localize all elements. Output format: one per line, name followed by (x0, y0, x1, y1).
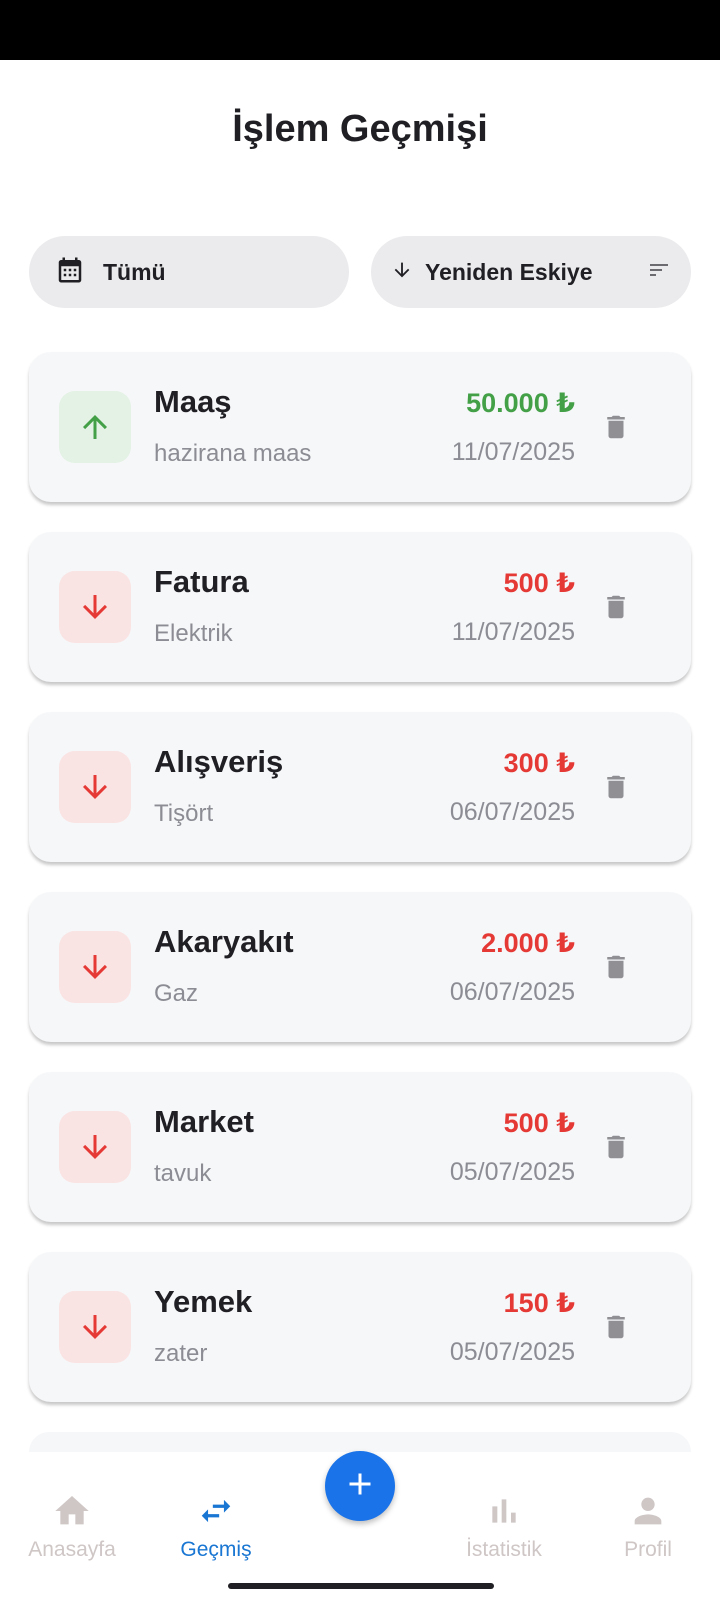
delete-button[interactable] (601, 1132, 631, 1162)
transaction-note: hazirana maas (154, 440, 312, 467)
sort-label: Yeniden Eskiye (425, 258, 593, 285)
transaction-card[interactable]: Yemek zater 150 ₺ 05/07/2025 (29, 1252, 691, 1402)
delete-button[interactable] (601, 592, 631, 622)
transaction-card[interactable]: Market tavuk 500 ₺ 05/07/2025 (29, 1072, 691, 1222)
transaction-date: 05/07/2025 (449, 1158, 575, 1186)
nav-statistics[interactable]: İstatistik (432, 1492, 576, 1562)
transaction-title: Maaş (154, 384, 232, 419)
transaction-card[interactable]: Fatura Elektrik 500 ₺ 11/07/2025 (29, 532, 691, 682)
transaction-card[interactable]: Alışveriş Tişört 300 ₺ 06/07/2025 (29, 712, 691, 862)
transaction-amount: 2.000 ₺ (481, 928, 575, 958)
transaction-date: 06/07/2025 (449, 978, 575, 1006)
arrow-down-icon (77, 949, 113, 985)
calendar-icon (55, 255, 85, 290)
trash-icon (601, 412, 631, 442)
plus-icon (342, 1466, 378, 1507)
transaction-title: Alışveriş (154, 744, 284, 779)
person-icon (628, 1492, 668, 1530)
transaction-title: Market (154, 1104, 254, 1139)
nav-profile-label: Profil (624, 1538, 672, 1561)
arrow-down-icon (77, 1309, 113, 1345)
nav-profile[interactable]: Profil (576, 1492, 720, 1562)
status-bar (0, 0, 720, 60)
transaction-card[interactable]: Akaryakıt Gaz 2.000 ₺ 06/07/2025 (29, 892, 691, 1042)
expense-icon-box (59, 751, 131, 823)
transaction-amount: 50.000 ₺ (466, 388, 575, 418)
transaction-note: Gaz (154, 980, 199, 1007)
transaction-note: zater (154, 1340, 208, 1367)
nav-history-label: Geçmiş (180, 1538, 252, 1561)
expense-icon-box (59, 931, 131, 1003)
arrow-down-icon (77, 769, 113, 805)
transaction-date: 11/07/2025 (451, 618, 575, 646)
trash-icon (601, 772, 631, 802)
transaction-note: Tişört (154, 800, 214, 827)
arrow-down-icon (77, 589, 113, 625)
bar-chart-icon (484, 1492, 524, 1530)
transaction-list: Maaş hazirana maas 50.000 ₺ 11/07/2025 Fatur… (29, 352, 691, 1502)
transaction-title: Yemek (154, 1284, 253, 1319)
transaction-card[interactable]: Maaş hazirana maas 50.000 ₺ 11/07/2025 (29, 352, 691, 502)
transaction-date: 11/07/2025 (451, 438, 575, 466)
home-icon (52, 1492, 92, 1530)
nav-statistics-label: İstatistik (466, 1538, 542, 1561)
transaction-date: 05/07/2025 (449, 1338, 575, 1366)
nav-home[interactable]: Anasayfa (0, 1492, 144, 1562)
transaction-amount: 500 ₺ (503, 568, 575, 598)
expense-icon-box (59, 1291, 131, 1363)
transaction-amount: 500 ₺ (503, 1108, 575, 1138)
income-icon-box (59, 391, 131, 463)
arrow-up-icon (77, 409, 113, 445)
transaction-amount: 300 ₺ (503, 748, 575, 778)
sort-button[interactable]: Yeniden Eskiye (371, 236, 691, 308)
expense-icon-box (59, 571, 131, 643)
expense-icon-box (59, 1111, 131, 1183)
trash-icon (601, 1132, 631, 1162)
delete-button[interactable] (601, 412, 631, 442)
nav-home-label: Anasayfa (28, 1538, 116, 1561)
home-indicator[interactable] (228, 1583, 494, 1589)
transaction-amount: 150 ₺ (503, 1288, 575, 1318)
nav-history[interactable]: Geçmiş (144, 1492, 288, 1562)
delete-button[interactable] (601, 772, 631, 802)
transaction-date: 06/07/2025 (449, 798, 575, 826)
delete-button[interactable] (601, 952, 631, 982)
date-filter-button[interactable]: Tümü (29, 236, 349, 308)
trash-icon (601, 592, 631, 622)
arrow-down-icon (77, 1129, 113, 1165)
arrow-down-icon (391, 259, 413, 286)
page-title: İşlem Geçmişi (232, 108, 488, 150)
transaction-note: Elektrik (154, 620, 233, 647)
trash-icon (601, 1312, 631, 1342)
transaction-title: Fatura (154, 564, 249, 599)
trash-icon (601, 952, 631, 982)
date-filter-label: Tümü (103, 258, 166, 285)
delete-button[interactable] (601, 1312, 631, 1342)
transaction-note: tavuk (154, 1160, 212, 1187)
swap-arrows-icon (195, 1492, 237, 1530)
sort-lines-icon (647, 258, 671, 287)
add-transaction-button[interactable] (325, 1451, 395, 1521)
transaction-title: Akaryakıt (154, 924, 294, 959)
